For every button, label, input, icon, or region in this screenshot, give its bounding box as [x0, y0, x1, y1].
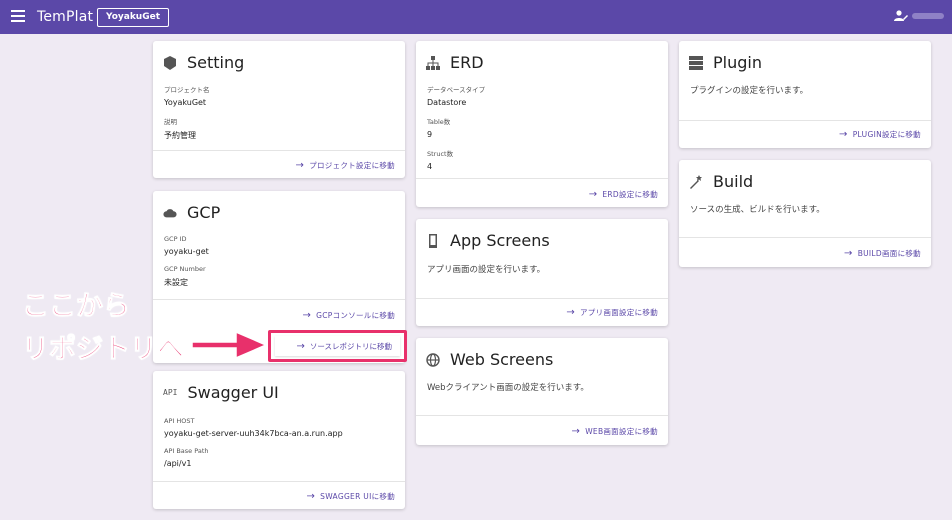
annotation-line-2: リポジトリへ [22, 334, 185, 366]
mobile-icon [429, 233, 437, 248]
annotation-arrow [191, 330, 268, 360]
field-label: Table数 [427, 118, 451, 126]
erd-title: ERD [426, 53, 484, 72]
divider [153, 481, 405, 482]
app-screens-title: App Screens [426, 231, 550, 250]
app-title[interactable]: TemPlat [37, 9, 93, 25]
plugin-settings-link[interactable]: → PLUGIN設定に移動 [839, 129, 921, 140]
field-label: GCP Number [164, 265, 206, 273]
field-label: API Base Path [164, 447, 209, 455]
app-bar: TemPlat YoyakuGet [0, 0, 952, 34]
swagger-ui-link[interactable]: → SWAGGER UIに移動 [306, 491, 395, 502]
arrow-right-icon: → [839, 129, 848, 140]
swagger-title: API Swagger UI [163, 383, 279, 402]
annotation-line-1: ここから [22, 291, 131, 323]
field-value: /api/v1 [164, 459, 192, 468]
plugin-title: Plugin [689, 53, 762, 72]
gcp-fields: GCP ID yoyaku-get GCP Number 未設定 [164, 235, 209, 297]
field-value: YoyakuGet [164, 98, 207, 107]
arrow-right-icon: → [571, 426, 581, 437]
magic-wand-icon [690, 174, 702, 189]
cube-icon [164, 55, 176, 70]
arrow-right-icon: → [296, 340, 305, 352]
arrow-right-icon: → [566, 307, 575, 318]
setting-title: Setting [163, 53, 244, 72]
field-label: データベースタイプ [427, 86, 486, 94]
gcp-title: GCP [163, 203, 220, 222]
divider [416, 415, 668, 416]
field-value: Datastore [427, 98, 467, 107]
divider [153, 299, 405, 300]
api-icon: API [163, 388, 178, 397]
field-value: yoyaku-get-server-uuh34k7bca-an.a.run.ap… [164, 429, 343, 438]
user-name-blurred [912, 13, 944, 19]
field-label: Struct数 [427, 150, 454, 158]
field-label: GCP ID [164, 235, 187, 243]
web-screens-link[interactable]: → WEB画面設定に移動 [572, 426, 659, 437]
web-screens-title: Web Screens [426, 350, 553, 369]
erd-card: ERD データベースタイプ Datastore Table数 9 Struct数… [416, 41, 668, 207]
project-chip[interactable]: YoyakuGet [97, 8, 169, 27]
setting-card: Setting プロジェクト名 YoyakuGet 説明 予約管理 → プロジェ… [153, 41, 405, 178]
source-repo-link[interactable]: → ソースレポジトリに移動 [275, 336, 400, 356]
build-screen-link[interactable]: → BUILD画面に移動 [844, 248, 921, 259]
build-title: Build [689, 172, 753, 191]
app-screens-link[interactable]: → アプリ画面設定に移動 [566, 307, 658, 318]
erd-fields: データベースタイプ Datastore Table数 9 Struct数 4 [427, 84, 485, 180]
swagger-card: API Swagger UI API HOST yoyaku-get-serve… [153, 371, 405, 509]
field-label: 説明 [164, 118, 177, 126]
divider [679, 120, 931, 121]
cloud-icon [163, 208, 177, 217]
gcp-console-link[interactable]: → GCPコンソールに移動 [302, 310, 395, 321]
field-value: 予約管理 [164, 131, 196, 140]
divider [416, 178, 668, 179]
field-value: 4 [427, 162, 433, 171]
globe-icon [426, 352, 440, 367]
field-value: 9 [427, 130, 433, 139]
project-settings-link[interactable]: → プロジェクト設定に移動 [296, 160, 396, 171]
plugin-description: プラグインの設定を行います。 [690, 86, 809, 96]
build-description: ソースの生成、ビルドを行います。 [690, 205, 825, 215]
web-screens-card: Web Screens Webクライアント画面の設定を行います。 → WEB画面… [416, 338, 668, 445]
field-label: プロジェクト名 [164, 86, 210, 94]
divider [679, 237, 931, 238]
divider [153, 150, 405, 151]
arrow-right-icon: → [306, 491, 316, 502]
setting-fields: プロジェクト名 YoyakuGet 説明 予約管理 [164, 84, 210, 150]
field-value: 未設定 [164, 278, 188, 287]
plugin-card: Plugin プラグインの設定を行います。 → PLUGIN設定に移動 [679, 41, 931, 148]
user-menu[interactable] [894, 10, 944, 22]
app-screens-card: App Screens アプリ画面の設定を行います。 → アプリ画面設定に移動 [416, 219, 668, 326]
field-value: yoyaku-get [164, 247, 209, 256]
erd-settings-link[interactable]: → ERD設定に移動 [589, 189, 658, 200]
divider [416, 298, 668, 299]
build-card: Build ソースの生成、ビルドを行います。 → BUILD画面に移動 [679, 160, 931, 267]
user-edit-icon [894, 10, 908, 21]
arrow-right-icon: → [844, 248, 853, 259]
arrow-right-icon: → [588, 189, 598, 200]
arrow-right-icon: → [295, 160, 305, 171]
field-label: API HOST [164, 417, 195, 425]
arrow-right-icon: → [302, 310, 312, 321]
hamburger-icon[interactable] [11, 10, 25, 24]
swagger-fields: API HOST yoyaku-get-server-uuh34k7bca-an… [164, 417, 343, 477]
sitemap-icon [426, 55, 440, 70]
highlight-box: → ソースレポジトリに移動 [268, 330, 407, 362]
web-screens-description: Webクライアント画面の設定を行います。 [427, 383, 589, 393]
app-screens-description: アプリ画面の設定を行います。 [427, 265, 546, 275]
server-icon [689, 55, 703, 70]
